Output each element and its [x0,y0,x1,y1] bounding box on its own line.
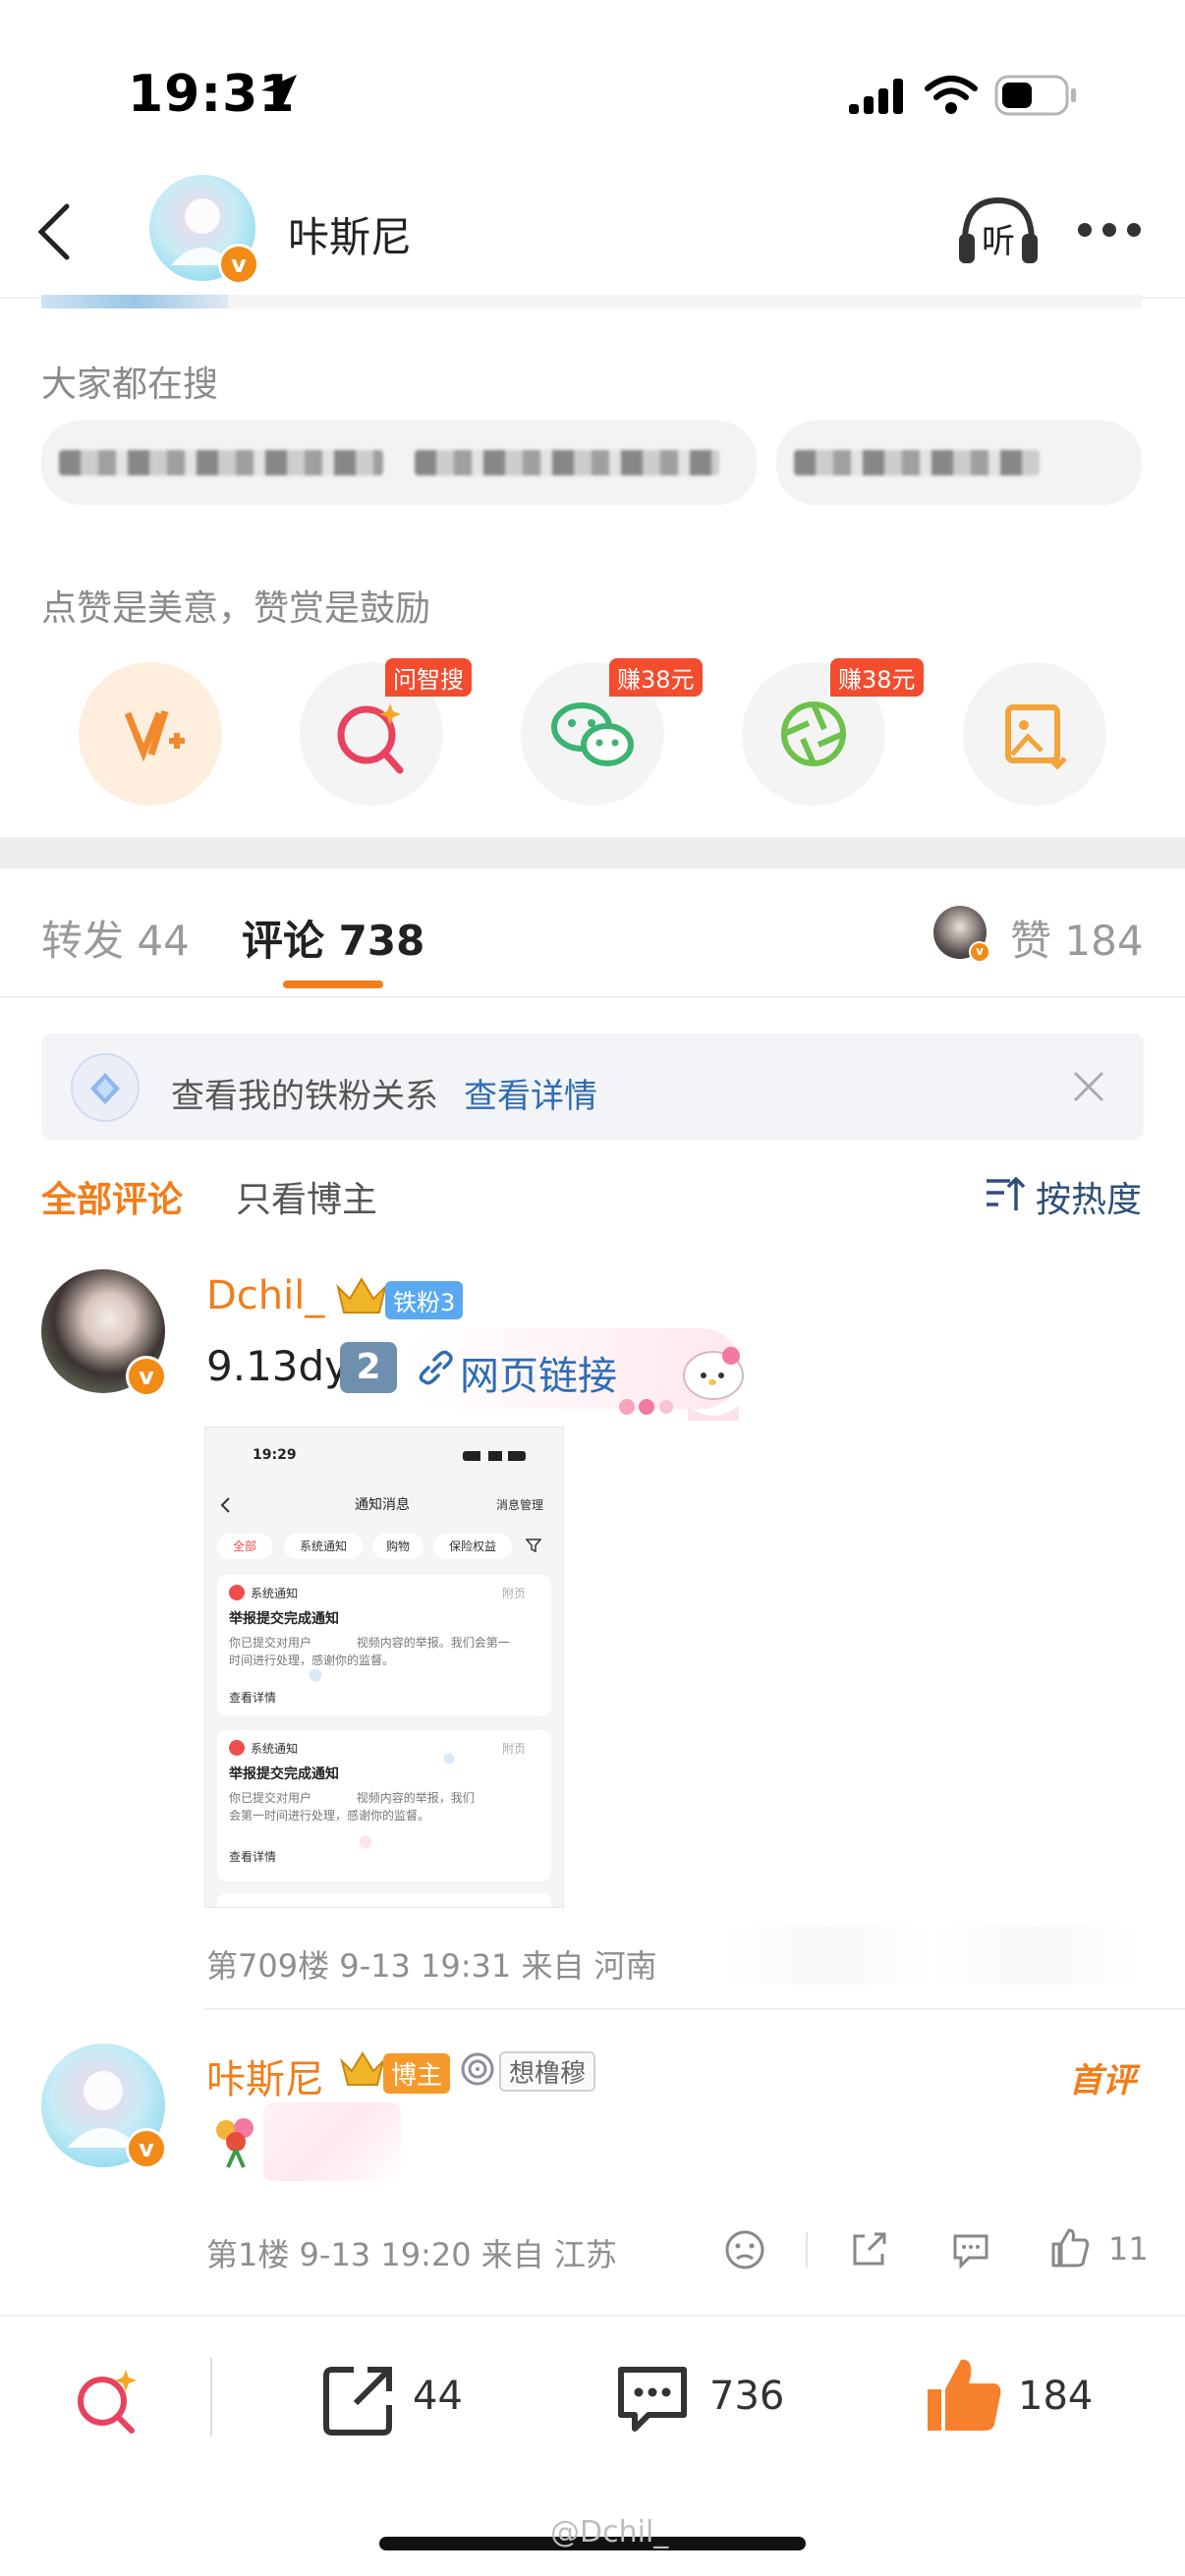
active-tab-indicator [283,980,383,988]
location-arrow-icon [257,71,301,114]
topic-spiral-icon [460,2051,495,2087]
cellular-signal-icon [847,77,908,116]
trending-search-pill[interactable] [776,420,1142,505]
comment-divider [204,2008,1185,2010]
thumbs-up-icon[interactable] [1047,2226,1091,2269]
comment-text: 9.13dy [206,1342,350,1390]
blurred-action-strip [727,1926,1140,1985]
tab-comments[interactable]: 评论 738 [242,908,424,968]
vplus-reward-button[interactable] [79,662,222,806]
verified-badge-icon: v [969,941,990,963]
listen-label: 听 [982,222,1015,261]
save-image-button[interactable] [963,662,1106,806]
reward-tag-moments: 赚38元 [830,658,924,697]
more-options-icon[interactable] [1077,222,1142,238]
smart-search-bottom-icon[interactable] [67,2360,149,2442]
watermark: @Dchil_ [550,2515,669,2549]
filter-author-only[interactable]: 只看博主 [236,1171,377,1222]
fan-relation-icon [69,1051,141,1124]
filter-all-comments[interactable]: 全部评论 [41,1171,183,1222]
reward-section-title: 点赞是美意，赞赏是鼓励 [41,588,431,629]
battery-icon [994,75,1079,116]
verified-badge-icon: v [126,1356,167,1397]
sort-by-heat[interactable]: 按热度 [1036,1171,1142,1222]
bottom-comment-count: 736 [709,2374,785,2419]
thumb-watermark-doodle [215,1575,549,1907]
thumb-chip: 系统通知 [284,1534,363,1559]
bottom-repost-count: 44 [413,2374,463,2419]
thumb-status-icons [463,1451,526,1461]
trending-search-pill[interactable] [41,420,757,505]
comment-meta: 第709楼 9-13 19:31 来自 河南 [206,1947,657,1985]
author-badge: 博主 [383,2053,451,2094]
tab-comments-count: 738 [338,917,425,965]
comment-image-attachment[interactable]: 19:29 通知消息 消息管理 全部 系统通知 购物 保险权益 系统通知 附页 … [204,1427,564,1908]
dislike-face-icon[interactable] [723,2228,766,2271]
fan-banner-text: 查看我的铁粉关系 [171,1077,438,1116]
comment-icon[interactable] [613,2360,692,2438]
thumb-chip: 购物 [372,1534,423,1559]
back-arrow-icon[interactable] [33,202,73,261]
tab-likes-label: 赞 [1010,917,1052,965]
thumb-status-time: 19:29 [253,1447,297,1463]
fan-level-badge: 铁粉3 [385,1281,464,1319]
save-image-icon [1005,704,1067,770]
sort-icon[interactable] [985,1175,1026,1214]
nav-title: 咔斯尼 [288,213,413,261]
blurred-sticker [263,2102,401,2181]
top-card-edge [228,295,1142,308]
search-section-title: 大家都在搜 [41,364,219,405]
crown-fan-icon [334,1273,389,1318]
wifi-icon [924,73,979,116]
thumb-filter-icon [526,1538,541,1553]
hello-kitty-sticker-icon [605,1336,753,1425]
tab-comments-label: 评论 [242,917,325,965]
tab-likes-count: 184 [1064,917,1144,965]
reward-tag-wechat: 赚38元 [609,658,703,697]
section-separator [0,837,1185,868]
comment-username[interactable]: 咔斯尼 [206,2047,324,2104]
tab-repost-count: 44 [137,917,190,965]
like-thumb-icon[interactable] [922,2354,1004,2436]
number-badge: 2 [340,1342,397,1393]
web-link-text[interactable]: 网页链接 [460,1344,617,1401]
tabs-divider [0,996,1185,998]
reward-tag-smart-search: 问智搜 [385,658,472,697]
thumb-manage: 消息管理 [496,1498,544,1512]
partial-image-strip [41,295,228,308]
flower-bouquet-icon [206,2110,265,2169]
verified-badge-icon: v [218,244,259,285]
topic-badge[interactable]: 想橹穆 [499,2051,596,2092]
reply-icon[interactable] [949,2228,992,2271]
bottom-like-count: 184 [1018,2374,1094,2419]
action-separator [806,2232,808,2268]
tab-repost-label: 转发 [41,917,125,965]
vplus-reward-icon [124,709,185,762]
thumb-chip: 保险权益 [433,1534,512,1559]
fan-banner-link[interactable]: 查看详情 [464,1069,597,1117]
bottom-separator [210,2358,212,2436]
link-icon [417,1348,456,1387]
comment-meta: 第1楼 9-13 19:20 来自 江苏 [206,2236,617,2273]
comment-username[interactable]: Dchil_ [206,1273,324,1318]
first-comment-label: 首评 [1069,2061,1136,2100]
thumb-title: 通知消息 [355,1497,410,1513]
crown-author-icon [338,2047,387,2091]
share-icon[interactable] [847,2228,890,2271]
thumb-back-icon [219,1496,231,1514]
comment-like-count: 11 [1108,2230,1149,2268]
repost-icon[interactable] [320,2360,399,2438]
close-icon[interactable] [1071,1069,1106,1104]
thumb-chip: 全部 [217,1534,272,1559]
verified-badge-icon: v [126,2128,167,2169]
tab-repost[interactable]: 转发 44 [41,908,190,968]
tab-likes[interactable]: 赞 184 [1010,908,1144,968]
